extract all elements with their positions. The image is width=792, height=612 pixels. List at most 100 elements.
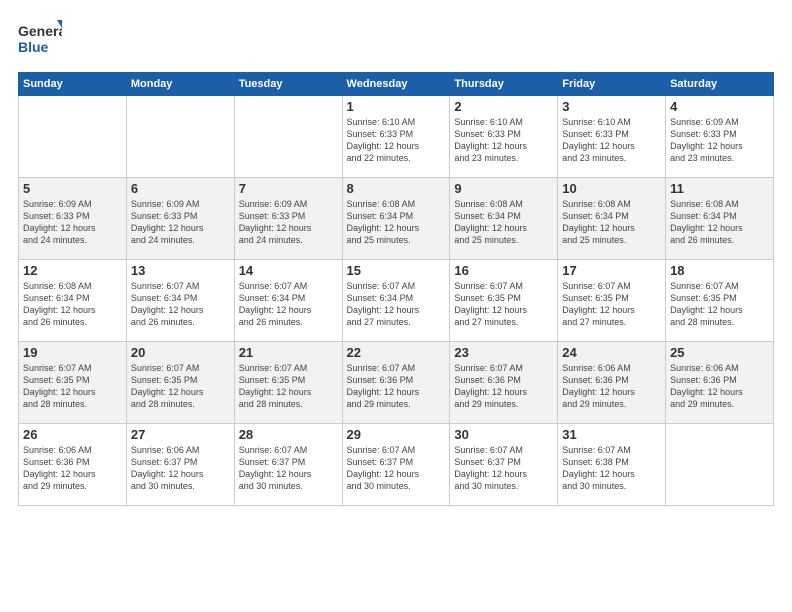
day-info: Sunrise: 6:07 AM Sunset: 6:35 PM Dayligh…: [454, 280, 553, 329]
day-info: Sunrise: 6:09 AM Sunset: 6:33 PM Dayligh…: [131, 198, 230, 247]
day-info: Sunrise: 6:10 AM Sunset: 6:33 PM Dayligh…: [562, 116, 661, 165]
calendar-cell: 21 Sunrise: 6:07 AM Sunset: 6:35 PM Dayli…: [234, 342, 342, 424]
day-info: Sunrise: 6:07 AM Sunset: 6:37 PM Dayligh…: [239, 444, 338, 493]
day-info: Sunrise: 6:09 AM Sunset: 6:33 PM Dayligh…: [239, 198, 338, 247]
day-info: Sunrise: 6:07 AM Sunset: 6:35 PM Dayligh…: [23, 362, 122, 411]
logo-svg: General Blue: [18, 18, 62, 62]
calendar-cell: 15 Sunrise: 6:07 AM Sunset: 6:34 PM Dayli…: [342, 260, 450, 342]
day-number: 10: [562, 181, 661, 196]
calendar-week-5: 26 Sunrise: 6:06 AM Sunset: 6:36 PM Dayli…: [19, 424, 774, 506]
calendar-cell: 24 Sunrise: 6:06 AM Sunset: 6:36 PM Dayli…: [558, 342, 666, 424]
calendar-cell: 19 Sunrise: 6:07 AM Sunset: 6:35 PM Dayli…: [19, 342, 127, 424]
day-number: 19: [23, 345, 122, 360]
weekday-header-row: SundayMondayTuesdayWednesdayThursdayFrid…: [19, 73, 774, 96]
calendar-week-3: 12Sunrise: 6:08 AM Sunset: 6:34 PM Dayli…: [19, 260, 774, 342]
day-info: Sunrise: 6:07 AM Sunset: 6:34 PM Dayligh…: [347, 280, 446, 329]
day-info: Sunrise: 6:07 AM Sunset: 6:35 PM Dayligh…: [239, 362, 338, 411]
calendar-cell: 5 Sunrise: 6:09 AM Sunset: 6:33 PM Daylig…: [19, 178, 127, 260]
day-info: Sunrise: 6:07 AM Sunset: 6:34 PM Dayligh…: [239, 280, 338, 329]
day-number: 17: [562, 263, 661, 278]
logo: General Blue: [18, 18, 62, 62]
day-number: 5: [23, 181, 122, 196]
day-number: 8: [347, 181, 446, 196]
day-number: 1: [347, 99, 446, 114]
day-info: Sunrise: 6:07 AM Sunset: 6:34 PM Dayligh…: [131, 280, 230, 329]
weekday-header-friday: Friday: [558, 73, 666, 96]
day-info: Sunrise: 6:07 AM Sunset: 6:37 PM Dayligh…: [454, 444, 553, 493]
calendar-cell: 9Sunrise: 6:08 AM Sunset: 6:34 PM Daylig…: [450, 178, 558, 260]
calendar-cell: 26 Sunrise: 6:06 AM Sunset: 6:36 PM Dayli…: [19, 424, 127, 506]
calendar-cell: [126, 96, 234, 178]
day-number: 30: [454, 427, 553, 442]
calendar-cell: 1 Sunrise: 6:10 AM Sunset: 6:33 PM Daylig…: [342, 96, 450, 178]
day-info: Sunrise: 6:10 AM Sunset: 6:33 PM Dayligh…: [454, 116, 553, 165]
day-number: 22: [347, 345, 446, 360]
calendar-cell: 18Sunrise: 6:07 AM Sunset: 6:35 PM Dayli…: [666, 260, 774, 342]
calendar-cell: [666, 424, 774, 506]
weekday-header-saturday: Saturday: [666, 73, 774, 96]
calendar-cell: 2 Sunrise: 6:10 AM Sunset: 6:33 PM Daylig…: [450, 96, 558, 178]
day-number: 16: [454, 263, 553, 278]
day-number: 23: [454, 345, 553, 360]
day-number: 31: [562, 427, 661, 442]
day-number: 26: [23, 427, 122, 442]
day-number: 20: [131, 345, 230, 360]
calendar-cell: 31Sunrise: 6:07 AM Sunset: 6:38 PM Dayli…: [558, 424, 666, 506]
day-number: 24: [562, 345, 661, 360]
weekday-header-thursday: Thursday: [450, 73, 558, 96]
calendar-cell: 16 Sunrise: 6:07 AM Sunset: 6:35 PM Dayli…: [450, 260, 558, 342]
weekday-header-wednesday: Wednesday: [342, 73, 450, 96]
day-info: Sunrise: 6:08 AM Sunset: 6:34 PM Dayligh…: [670, 198, 769, 247]
day-number: 29: [347, 427, 446, 442]
calendar-cell: [234, 96, 342, 178]
calendar-container: General Blue SundayMondayTuesdayWednesda…: [0, 0, 792, 516]
calendar-cell: 27Sunrise: 6:06 AM Sunset: 6:37 PM Dayli…: [126, 424, 234, 506]
calendar-cell: 12Sunrise: 6:08 AM Sunset: 6:34 PM Dayli…: [19, 260, 127, 342]
day-number: 28: [239, 427, 338, 442]
day-number: 14: [239, 263, 338, 278]
calendar-cell: 20Sunrise: 6:07 AM Sunset: 6:35 PM Dayli…: [126, 342, 234, 424]
calendar-cell: 6Sunrise: 6:09 AM Sunset: 6:33 PM Daylig…: [126, 178, 234, 260]
day-number: 13: [131, 263, 230, 278]
day-info: Sunrise: 6:07 AM Sunset: 6:36 PM Dayligh…: [347, 362, 446, 411]
svg-text:General: General: [18, 23, 62, 39]
calendar-cell: 23 Sunrise: 6:07 AM Sunset: 6:36 PM Dayli…: [450, 342, 558, 424]
day-info: Sunrise: 6:08 AM Sunset: 6:34 PM Dayligh…: [454, 198, 553, 247]
day-info: Sunrise: 6:07 AM Sunset: 6:37 PM Dayligh…: [347, 444, 446, 493]
calendar-cell: 10 Sunrise: 6:08 AM Sunset: 6:34 PM Dayli…: [558, 178, 666, 260]
day-info: Sunrise: 6:07 AM Sunset: 6:35 PM Dayligh…: [562, 280, 661, 329]
calendar-cell: 13 Sunrise: 6:07 AM Sunset: 6:34 PM Dayli…: [126, 260, 234, 342]
day-info: Sunrise: 6:06 AM Sunset: 6:36 PM Dayligh…: [23, 444, 122, 493]
day-info: Sunrise: 6:08 AM Sunset: 6:34 PM Dayligh…: [562, 198, 661, 247]
calendar-week-2: 5 Sunrise: 6:09 AM Sunset: 6:33 PM Daylig…: [19, 178, 774, 260]
day-info: Sunrise: 6:06 AM Sunset: 6:36 PM Dayligh…: [670, 362, 769, 411]
day-info: Sunrise: 6:10 AM Sunset: 6:33 PM Dayligh…: [347, 116, 446, 165]
calendar-cell: 25Sunrise: 6:06 AM Sunset: 6:36 PM Dayli…: [666, 342, 774, 424]
day-number: 4: [670, 99, 769, 114]
day-info: Sunrise: 6:07 AM Sunset: 6:36 PM Dayligh…: [454, 362, 553, 411]
day-info: Sunrise: 6:09 AM Sunset: 6:33 PM Dayligh…: [23, 198, 122, 247]
calendar-cell: 4Sunrise: 6:09 AM Sunset: 6:33 PM Daylig…: [666, 96, 774, 178]
day-number: 21: [239, 345, 338, 360]
calendar-cell: 28 Sunrise: 6:07 AM Sunset: 6:37 PM Dayli…: [234, 424, 342, 506]
weekday-header-tuesday: Tuesday: [234, 73, 342, 96]
day-number: 3: [562, 99, 661, 114]
calendar-week-1: 1 Sunrise: 6:10 AM Sunset: 6:33 PM Daylig…: [19, 96, 774, 178]
day-info: Sunrise: 6:08 AM Sunset: 6:34 PM Dayligh…: [347, 198, 446, 247]
day-info: Sunrise: 6:06 AM Sunset: 6:36 PM Dayligh…: [562, 362, 661, 411]
weekday-header-monday: Monday: [126, 73, 234, 96]
calendar-cell: 17 Sunrise: 6:07 AM Sunset: 6:35 PM Dayli…: [558, 260, 666, 342]
day-info: Sunrise: 6:06 AM Sunset: 6:37 PM Dayligh…: [131, 444, 230, 493]
calendar-cell: 22 Sunrise: 6:07 AM Sunset: 6:36 PM Dayli…: [342, 342, 450, 424]
calendar-cell: 11Sunrise: 6:08 AM Sunset: 6:34 PM Dayli…: [666, 178, 774, 260]
svg-text:Blue: Blue: [18, 39, 49, 55]
header: General Blue: [18, 18, 774, 62]
calendar-cell: 7 Sunrise: 6:09 AM Sunset: 6:33 PM Daylig…: [234, 178, 342, 260]
calendar-cell: 29 Sunrise: 6:07 AM Sunset: 6:37 PM Dayli…: [342, 424, 450, 506]
calendar-cell: 8 Sunrise: 6:08 AM Sunset: 6:34 PM Daylig…: [342, 178, 450, 260]
day-number: 7: [239, 181, 338, 196]
calendar-cell: [19, 96, 127, 178]
day-number: 15: [347, 263, 446, 278]
day-number: 2: [454, 99, 553, 114]
calendar-cell: 30 Sunrise: 6:07 AM Sunset: 6:37 PM Dayli…: [450, 424, 558, 506]
